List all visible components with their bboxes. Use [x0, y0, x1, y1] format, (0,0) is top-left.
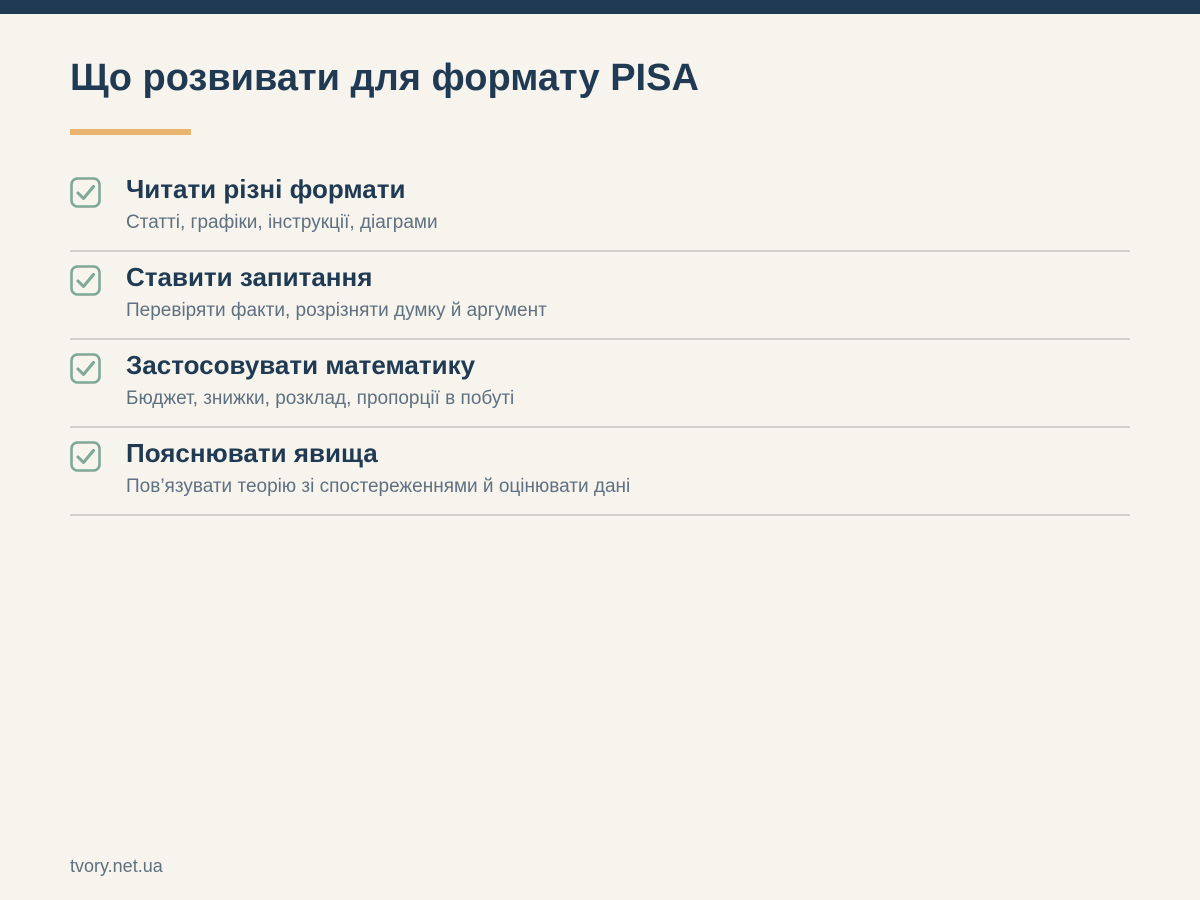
top-bar: [0, 0, 1200, 14]
checklist-item-title: Ставити запитання: [126, 262, 373, 292]
checklist-item-ask-questions: Ставити запитання Перевіряти факти, розр…: [70, 252, 1130, 340]
checklist-item-description: Пов’язувати теорію зі спостереженнями й …: [126, 476, 631, 497]
checklist-item-description: Бюджет, знижки, розклад, пропорції в поб…: [126, 388, 515, 409]
checkbox-checked-icon: [70, 265, 101, 296]
checkbox-checked-icon: [70, 177, 101, 208]
checklist-item-description: Статті, графіки, інструкції, діаграми: [126, 212, 438, 233]
footer-site-name: tvory.net.ua: [70, 856, 163, 876]
checklist: Читати різні формати Статті, графіки, ін…: [70, 164, 1130, 516]
checklist-item-title: Застосовувати математику: [126, 350, 476, 380]
page-title: Що розвивати для формату PISA: [70, 57, 699, 99]
checklist-item-apply-math: Застосовувати математику Бюджет, знижки,…: [70, 340, 1130, 428]
checklist-item-description: Перевіряти факти, розрізняти думку й арг…: [126, 300, 547, 321]
checkbox-checked-icon: [70, 353, 101, 384]
checklist-item-title: Читати різні формати: [126, 174, 406, 204]
checklist-item-title: Пояснювати явища: [126, 438, 378, 468]
checklist-item-read-formats: Читати різні формати Статті, графіки, ін…: [70, 164, 1130, 252]
checkbox-checked-icon: [70, 441, 101, 472]
checklist-item-explain-phenomena: Пояснювати явища Пов’язувати теорію зі с…: [70, 428, 1130, 516]
title-accent-line: [70, 129, 191, 135]
